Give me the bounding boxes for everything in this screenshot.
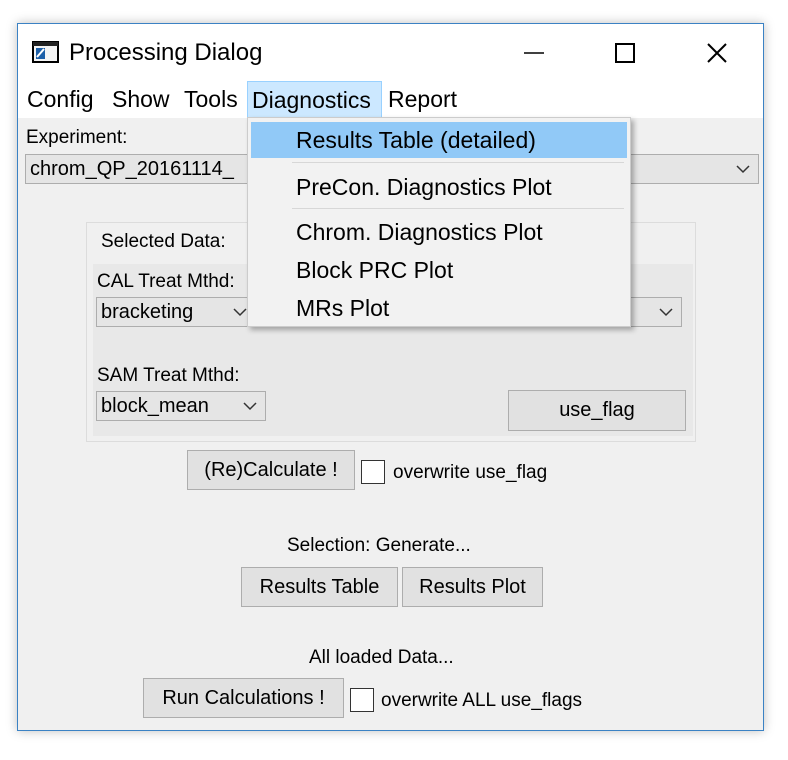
overwrite-all-use-flags-label: overwrite ALL use_flags xyxy=(381,690,583,711)
diagnostics-dropdown-menu: Results Table (detailed) PreCon. Diagnos… xyxy=(247,117,631,327)
selected-data-title: Selected Data: xyxy=(101,231,226,252)
maximize-icon xyxy=(615,42,635,63)
menu-report[interactable]: Report xyxy=(384,81,461,118)
experiment-select-value: chrom_QP_20161114_ xyxy=(30,158,234,180)
close-icon xyxy=(707,42,727,63)
results-table-button[interactable]: Results Table xyxy=(241,567,398,607)
menu-config[interactable]: Config xyxy=(23,81,97,118)
cal-treat-label: CAL Treat Mthd: xyxy=(97,271,235,292)
overwrite-use-flag-label: overwrite use_flag xyxy=(393,462,548,483)
menu-tools[interactable]: Tools xyxy=(180,81,242,118)
recalculate-button[interactable]: (Re)Calculate ! xyxy=(187,450,355,490)
sam-treat-label: SAM Treat Mthd: xyxy=(97,365,240,386)
maximize-button[interactable] xyxy=(594,24,656,81)
menu-item-chrom-diagnostics-plot[interactable]: Chrom. Diagnostics Plot xyxy=(251,214,627,250)
menu-item-results-table-detailed[interactable]: Results Table (detailed) xyxy=(251,122,627,158)
minimize-button[interactable] xyxy=(503,24,565,81)
cal-treat-value: bracketing xyxy=(101,301,194,323)
overwrite-all-use-flags-checkbox[interactable] xyxy=(350,688,374,712)
use-flag-button[interactable]: use_flag xyxy=(508,390,686,431)
all-data-label: All loaded Data... xyxy=(309,647,454,668)
sam-treat-value: block_mean xyxy=(101,395,209,417)
menu-diagnostics[interactable]: Diagnostics xyxy=(247,81,382,118)
title-bar[interactable]: Processing Dialog xyxy=(18,24,763,81)
chevron-down-icon xyxy=(233,298,247,326)
sam-treat-select[interactable]: block_mean xyxy=(96,391,266,421)
selection-label: Selection: Generate... xyxy=(287,535,471,556)
menu-separator xyxy=(292,208,624,209)
chevron-down-icon xyxy=(736,155,750,183)
run-calculations-button[interactable]: Run Calculations ! xyxy=(143,678,344,718)
results-plot-button[interactable]: Results Plot xyxy=(402,567,543,607)
menu-bar: Config Show Tools Diagnostics Report xyxy=(18,81,763,118)
experiment-label: Experiment: xyxy=(26,127,128,148)
menu-separator xyxy=(292,162,624,163)
chevron-down-icon xyxy=(659,298,673,326)
cal-treat-select[interactable]: bracketing xyxy=(96,297,256,327)
close-button[interactable] xyxy=(686,24,748,81)
menu-item-precon-diagnostics-plot[interactable]: PreCon. Diagnostics Plot xyxy=(251,169,627,205)
window-title: Processing Dialog xyxy=(69,39,263,66)
app-window-icon xyxy=(32,41,59,63)
minimize-icon xyxy=(524,51,544,54)
menu-show[interactable]: Show xyxy=(108,81,174,118)
menu-item-mrs-plot[interactable]: MRs Plot xyxy=(251,290,627,326)
chevron-down-icon xyxy=(243,392,257,420)
overwrite-use-flag-checkbox[interactable] xyxy=(361,460,385,484)
menu-item-block-prc-plot[interactable]: Block PRC Plot xyxy=(251,252,627,288)
